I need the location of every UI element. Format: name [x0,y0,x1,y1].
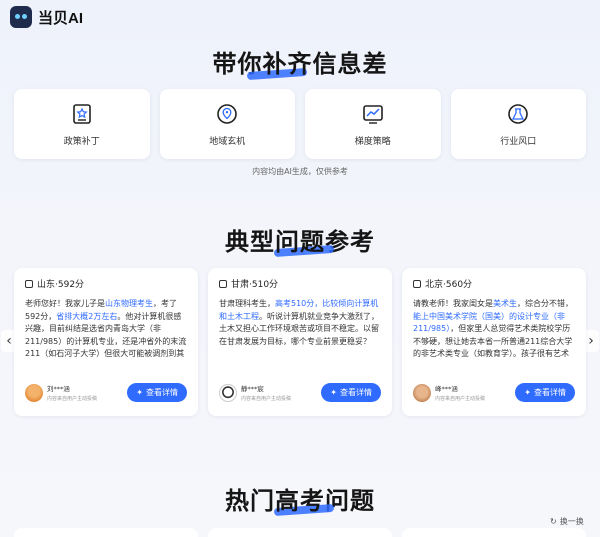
user-name: 峰***涵 [435,385,458,393]
question-text: 请教老师！我家闺女是美术生，综合分不错，能上中国美术学院（国美）的设计专业（非2… [413,299,573,358]
app-header: 当贝AI [0,0,600,34]
location-icon [413,279,421,288]
robot-logo-icon[interactable] [10,6,32,28]
section-title-hot-questions: 热门高考问题 [225,488,375,517]
sparkle-icon: ✦ [330,388,337,397]
location-icon [25,279,33,288]
location-icon [219,279,227,288]
feature-row: 政策补丁 地域玄机 梯度策略 行业风口 [14,89,586,159]
logo-text[interactable]: 当贝AI [38,7,83,28]
feature-card-policy[interactable]: 政策补丁 [14,89,150,159]
feature-card-location[interactable]: 地域玄机 [159,89,295,159]
user-source: 内容来自用户主动投稿 [241,396,292,402]
location-icon [217,103,238,124]
avatar [413,383,431,402]
question-card[interactable]: 北京·560分 请教老师！我家闺女是美术生，综合分不错，能上中国美术学院（国美）… [402,268,586,416]
question-card[interactable]: 甘肃·510分 甘肃理科考生，高考510分，比较倾向计算机和土木工程。听说计算机… [208,268,392,416]
chevron-left-icon: ‹ [6,333,12,349]
card-location: 甘肃·510分 [231,280,279,290]
section-title-info-gap: 带你补齐信息差 [0,44,600,81]
question-card[interactable]: 山东·592分 老师您好！我家儿子是山东物理考生，考了592分，省排大概2万左右… [14,268,198,416]
view-details-button[interactable]: ✦ 查看详情 [321,383,381,402]
hot-question-card[interactable] [208,528,392,537]
card-location: 山东·592分 [37,280,85,290]
user-source: 内容来自用户主动投稿 [435,396,486,402]
hot-question-card[interactable] [402,528,586,537]
user-name: 静***宸 [241,385,264,393]
hot-question-cards [14,528,586,537]
chevron-right-icon: › [588,333,594,349]
view-details-button[interactable]: ✦ 查看详情 [515,383,575,402]
industry-icon [508,103,529,124]
feature-card-strategy[interactable]: 梯度策略 [305,89,441,159]
section-title-typical-questions: 典型问题参考 [225,229,375,258]
refresh-icon: ↻ [550,517,557,526]
avatar [25,383,43,402]
hot-question-card[interactable] [14,528,198,537]
sparkle-icon: ✦ [136,388,143,397]
view-details-button[interactable]: ✦ 查看详情 [127,383,187,402]
refresh-button[interactable]: ↻ 换一换 [550,516,584,527]
question-text: 甘肃理科考生，高考510分，比较倾向计算机和土木工程。听说计算机就业竞争大激烈了… [219,299,379,346]
ai-disclaimer: 内容均由AI生成，仅供参考 [252,167,348,176]
avatar [219,383,237,402]
question-card-row: 山东·592分 老师您好！我家儿子是山东物理考生，考了592分，省排大概2万左右… [14,268,586,416]
user-name: 刘***涵 [47,385,70,393]
chart-icon [362,104,383,124]
feature-card-industry[interactable]: 行业风口 [450,89,586,159]
card-location: 北京·560分 [425,280,473,290]
policy-icon [72,103,91,124]
user-source: 内容来自用户主动投稿 [47,396,98,402]
sparkle-icon: ✦ [524,388,531,397]
question-text: 老师您好！我家儿子是山东物理考生，考了592分，省排大概2万左右。他对计算机很感… [25,299,187,358]
